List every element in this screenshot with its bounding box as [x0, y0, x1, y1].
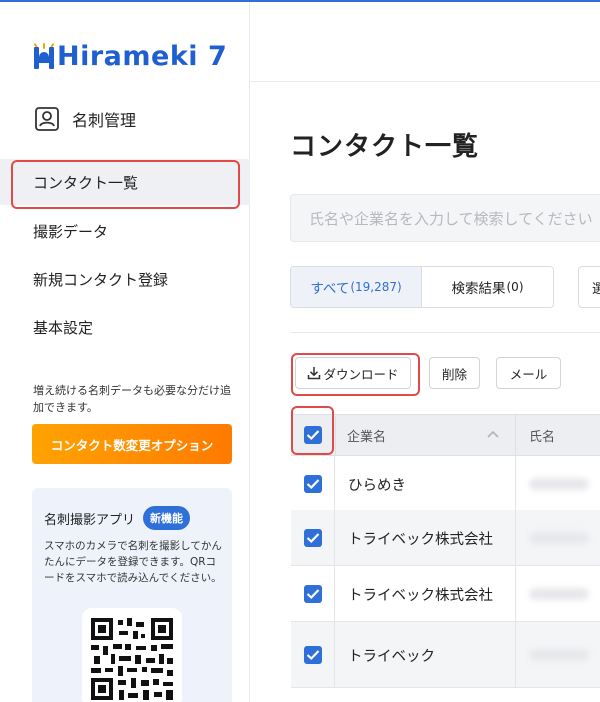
- option-note: 増え続ける名刺データも必要な分だけ追加できます。: [33, 384, 231, 414]
- row-company: ひらめき: [348, 477, 406, 494]
- row-checkbox[interactable]: [304, 529, 322, 547]
- row-name-blurred: [529, 588, 589, 600]
- highlight-outline-select-all: [291, 406, 334, 455]
- row-name-blurred: [529, 532, 589, 544]
- check-icon: [306, 479, 320, 490]
- row-name-blurred: [529, 478, 589, 490]
- sidebar-item-new-contact[interactable]: 新規コンタクト登録: [0, 256, 250, 302]
- table-row[interactable]: ひらめき: [291, 456, 600, 512]
- row-company: トライベック株式会社: [348, 587, 493, 604]
- column-header-company[interactable]: 企業名: [347, 415, 386, 455]
- tab-search-results[interactable]: 検索結果 (0): [422, 267, 553, 307]
- sidebar-item-label: 基本設定: [33, 318, 94, 337]
- tab-all-label: すべて: [310, 281, 350, 297]
- row-name-blurred: [529, 649, 589, 661]
- brand-logo[interactable]: Hirameki 7: [32, 38, 227, 74]
- table-row[interactable]: トライベック株式会社: [291, 510, 600, 566]
- column-header-name[interactable]: 氏名: [529, 415, 555, 455]
- sidebar-item-basic-settings[interactable]: 基本設定: [0, 304, 250, 350]
- highlight-outline-download: [291, 353, 420, 396]
- new-feature-badge: 新機能: [143, 506, 191, 530]
- mail-button[interactable]: メール: [496, 357, 561, 389]
- qr-code: [82, 608, 182, 702]
- row-checkbox[interactable]: [304, 646, 322, 664]
- delete-button[interactable]: 削除: [429, 357, 480, 389]
- app-card-title: 名刺撮影アプリ: [44, 512, 136, 528]
- section-divider: [290, 332, 600, 333]
- check-icon: [306, 533, 320, 544]
- tab-search-results-label: 検索結果: [451, 281, 506, 297]
- search-input[interactable]: 氏名や企業名を入力して検索してください: [290, 194, 600, 242]
- brand-name: Hirameki 7: [57, 40, 228, 72]
- business-card-icon: [35, 107, 59, 131]
- tab-selected-partial[interactable]: 選: [578, 266, 600, 308]
- tab-search-results-count: (0): [506, 280, 524, 294]
- table-row[interactable]: トライベック: [291, 622, 600, 688]
- row-company: トライベック: [348, 648, 435, 665]
- logo-mark-icon: [32, 41, 58, 71]
- row-company: トライベック株式会社: [348, 531, 493, 548]
- highlight-outline-contact-list: [11, 160, 240, 209]
- sort-ascending-icon[interactable]: [487, 429, 499, 439]
- section-business-cards: 名刺管理: [34, 106, 136, 132]
- sidebar-item-photo-data[interactable]: 撮影データ: [0, 208, 250, 254]
- row-checkbox[interactable]: [304, 585, 322, 603]
- filter-tabs: すべて (19,287) 検索結果 (0): [290, 266, 554, 308]
- row-checkbox[interactable]: [304, 475, 322, 493]
- check-icon: [306, 589, 320, 600]
- main-header: [251, 2, 600, 82]
- qr-code-icon: [91, 618, 173, 700]
- camera-app-card: 名刺撮影アプリ 新機能 スマホのカメラで名刺を撮影してかんたんにデータを登録でき…: [32, 488, 232, 702]
- contact-count-option-button[interactable]: コンタクト数変更オプション: [32, 424, 232, 464]
- sidebar-item-label: 撮影データ: [33, 222, 109, 241]
- tab-all[interactable]: すべて (19,287): [291, 267, 422, 307]
- table-row[interactable]: トライベック株式会社: [291, 566, 600, 622]
- tab-all-count: (19,287): [350, 280, 402, 294]
- app-card-description: スマホのカメラで名刺を撮影してかんたんにデータを登録できます。QRコードをスマホ…: [44, 540, 222, 584]
- sidebar-item-label: 新規コンタクト登録: [33, 270, 169, 289]
- check-icon: [306, 650, 320, 661]
- table-header: 企業名 氏名: [291, 414, 600, 456]
- section-label: 名刺管理: [72, 111, 137, 130]
- page-title: コンタクト一覧: [290, 132, 480, 162]
